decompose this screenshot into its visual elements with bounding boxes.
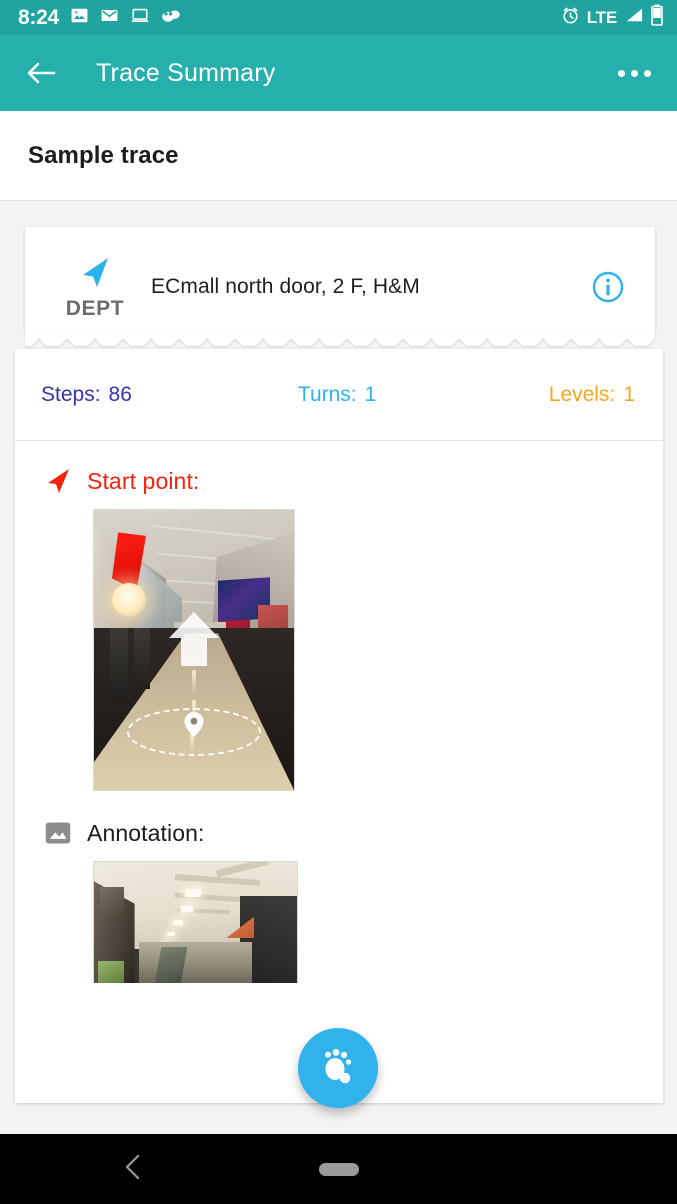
stat-turns-value: 1 [364,382,377,406]
navigation-arrow-icon [48,469,69,493]
dot-icon [618,69,625,77]
info-circle-icon [592,271,624,303]
image-icon [70,6,89,30]
network-type-label: LTE [586,7,617,27]
annotation-image[interactable] [93,861,298,983]
detail-body: Start point: Annotation: [15,441,663,983]
annotation-header: Annotation: [43,819,663,847]
page-title: Trace Summary [96,58,276,87]
photo-kiosk [134,627,150,690]
trace-name: Sample trace [28,141,179,169]
start-point-label: Start point: [87,467,200,494]
dot-icon [631,69,638,77]
start-point-image[interactable] [93,509,295,791]
envelope-icon [100,6,119,30]
footprint-icon [325,1049,352,1084]
stat-steps-value: 86 [108,382,132,406]
photo-lamp [112,582,146,617]
map-pin-icon [184,711,204,737]
stat-levels-label: Levels: [548,382,616,406]
system-navigation-bar [0,1134,677,1204]
stat-levels-value: 1 [623,382,635,406]
trace-detail-card: Steps: 86 Turns: 1 Levels: 1 Start point: [15,349,663,1103]
departure-badge-label: DEPT [65,297,125,320]
status-bar: 8:24 LTE [0,0,677,35]
photo-floor-reflection [192,669,196,695]
photo-direction-arrow-overlay [169,611,219,666]
status-time: 8:24 [18,6,59,29]
photo-kiosk [110,627,128,701]
stat-steps: Steps: 86 [41,383,132,407]
app-toolbar: Trace Summary [0,35,677,111]
departure-card[interactable]: DEPT ECmall north door, 2 F, H&M [25,227,655,346]
stat-turns: Turns: 1 [298,383,376,407]
back-button[interactable] [24,56,58,90]
arrow-left-icon [27,62,56,84]
stats-row: Steps: 86 Turns: 1 Levels: 1 [15,349,663,441]
stat-turns-label: Turns: [297,382,357,406]
stat-steps-label: Steps: [41,382,101,406]
overflow-menu-button[interactable] [614,60,655,87]
dot-icon [644,69,651,77]
laptop-icon [130,6,150,30]
stat-levels: Levels: 1 [549,383,635,407]
start-point-header: Start point: [43,467,663,495]
record-footsteps-fab[interactable] [298,1028,378,1108]
navigation-arrow-icon [83,258,108,287]
departure-location-text: ECmall north door, 2 F, H&M [151,275,420,298]
annotation-label: Annotation: [87,819,205,846]
image-icon [45,822,71,844]
info-button[interactable] [591,270,633,304]
content-area: DEPT ECmall north door, 2 F, H&M Steps: 8… [0,201,677,1131]
nav-home-button[interactable] [318,1162,359,1176]
signal-icon [624,6,644,29]
mask-icon [161,7,181,29]
alarm-icon [561,6,580,30]
departure-badge: DEPT [47,253,143,321]
app-screen: 8:24 LTE Trace Summary Sample trace DEPT… [0,0,677,1204]
photo-vignette [94,862,297,983]
trace-title-strip: Sample trace [0,111,677,201]
nav-back-button[interactable] [122,1153,144,1186]
battery-icon [651,4,663,31]
chevron-left-icon [125,1154,140,1179]
status-bar-right: LTE [561,4,663,31]
status-bar-left: 8:24 [18,6,181,30]
ticket-zigzag-edge [25,331,655,346]
